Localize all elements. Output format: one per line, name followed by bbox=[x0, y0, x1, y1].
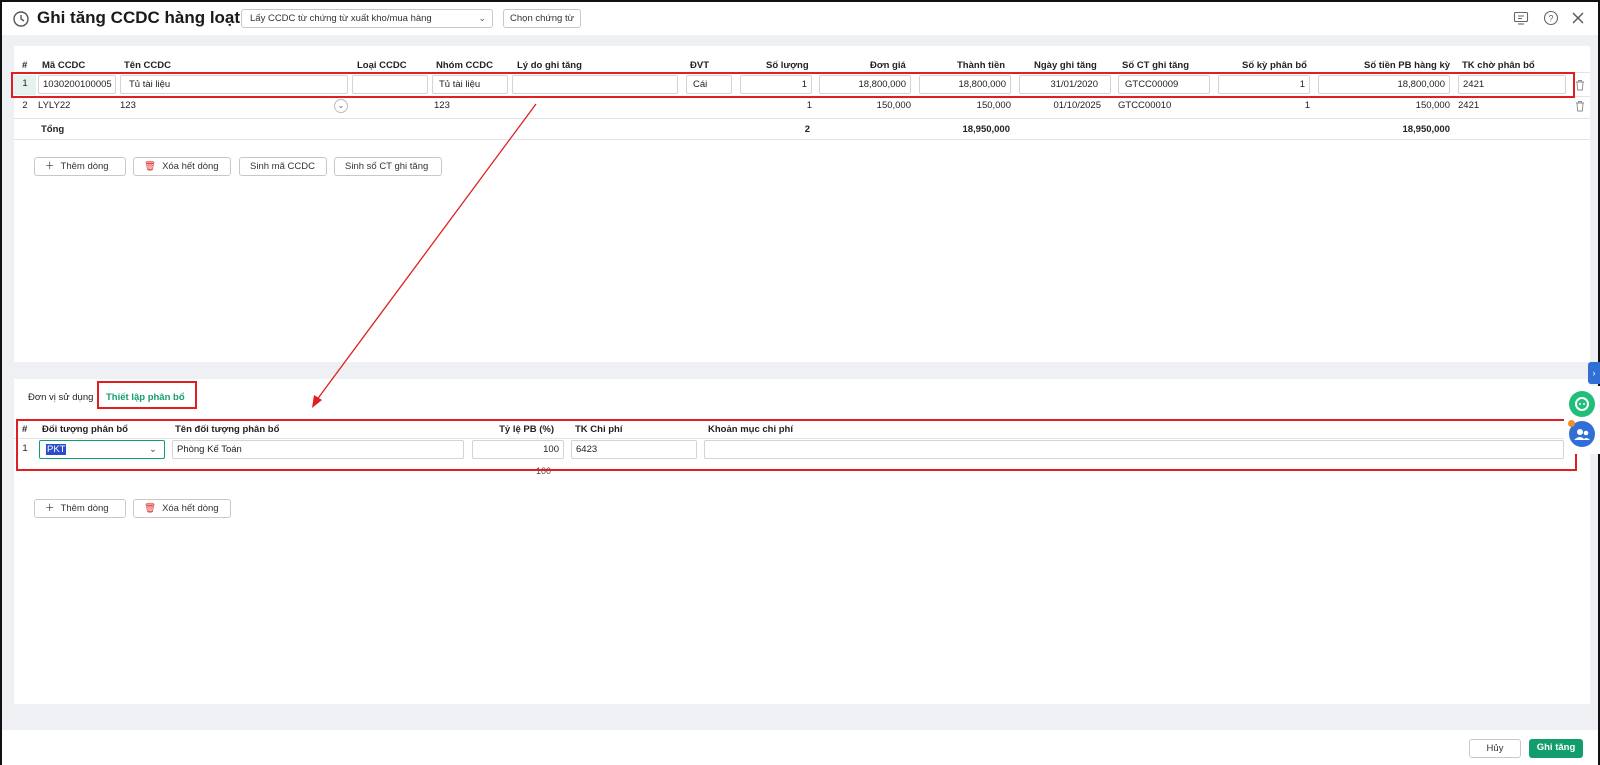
doc-number-cell[interactable]: GTCC00010 bbox=[1114, 97, 1210, 116]
history-icon[interactable] bbox=[12, 10, 30, 28]
highlight-box-tab bbox=[97, 381, 197, 409]
chat-icon[interactable] bbox=[1569, 391, 1595, 417]
col-header-unit: ĐVT bbox=[690, 60, 709, 71]
choose-doc-button[interactable]: Chọn chứng từ bbox=[503, 9, 581, 28]
asset-name-cell[interactable]: 123 bbox=[116, 97, 316, 116]
col-header-date: Ngày ghi tăng bbox=[1034, 60, 1097, 71]
svg-text:?: ? bbox=[1548, 14, 1553, 24]
cancel-button[interactable]: Hủy bbox=[1469, 739, 1521, 758]
clear-rows-button[interactable]: 🗑 Xóa hết dòng bbox=[133, 157, 231, 176]
price-cell[interactable]: 150,000 bbox=[819, 97, 915, 116]
dialog-footer: Hủy Ghi tăng bbox=[2, 730, 1598, 765]
chevron-right-icon[interactable]: › bbox=[1588, 362, 1600, 384]
account-cell[interactable]: 2421 bbox=[1454, 97, 1554, 116]
alloc-clear-rows-button[interactable]: 🗑 Xóa hết dòng bbox=[133, 499, 231, 518]
col-header-doc: Số CT ghi tăng bbox=[1122, 60, 1190, 71]
col-header-qty: Số lượng bbox=[766, 60, 809, 71]
col-header-index: # bbox=[22, 60, 28, 71]
total-per-amount: 18,950,000 bbox=[1402, 124, 1450, 135]
trash-icon: 🗑 bbox=[144, 503, 157, 514]
help-icon[interactable]: ? bbox=[1543, 10, 1559, 26]
chevron-down-icon: ⌄ bbox=[478, 13, 486, 23]
highlight-box-row bbox=[11, 72, 1575, 98]
asset-code-cell[interactable]: LYLY22 bbox=[34, 97, 114, 116]
total-divider bbox=[14, 139, 1590, 140]
amount-cell[interactable]: 150,000 bbox=[919, 97, 1015, 116]
date-cell[interactable]: 01/10/2025 bbox=[1019, 97, 1115, 116]
col-header-periods: Số kỳ phân bổ bbox=[1242, 60, 1307, 71]
source-select-value: Lấy CCDC từ chứng từ xuất kho/mua hàng bbox=[250, 13, 432, 24]
total-amount: 18,950,000 bbox=[962, 124, 1010, 135]
col-header-code: Mã CCDC bbox=[42, 60, 86, 71]
dialog-title: Ghi tăng CCDC hàng loạt bbox=[37, 8, 241, 27]
tab-units[interactable]: Đơn vị sử dụng bbox=[28, 392, 93, 403]
alloc-clear-rows-label: Xóa hết dòng bbox=[162, 503, 219, 514]
add-row-button[interactable]: ＋ Thêm dòng bbox=[34, 157, 126, 176]
col-header-type: Loại CCDC bbox=[357, 60, 407, 71]
col-header-per-amount: Số tiền PB hàng kỳ bbox=[1364, 60, 1451, 71]
source-select[interactable]: Lấy CCDC từ chứng từ xuất kho/mua hàng ⌄ bbox=[241, 9, 493, 28]
row-index: 2 bbox=[22, 100, 28, 111]
quantity-cell[interactable]: 1 bbox=[740, 97, 816, 116]
col-header-group: Nhóm CCDC bbox=[436, 60, 493, 71]
per-amount-cell[interactable]: 150,000 bbox=[1318, 97, 1454, 116]
col-header-name: Tên CCDC bbox=[124, 60, 171, 71]
total-label: Tổng bbox=[41, 124, 65, 135]
periods-cell[interactable]: 1 bbox=[1218, 97, 1314, 116]
add-row-label: Thêm dòng bbox=[60, 161, 109, 172]
highlight-box-allocation bbox=[16, 419, 1577, 471]
col-header-amount: Thành tiền bbox=[957, 60, 1006, 71]
annotation-arrow bbox=[312, 103, 537, 408]
dialog-window: Ghi tăng CCDC hàng loạt Lấy CCDC từ chứn… bbox=[0, 0, 1600, 765]
notification-dot bbox=[1568, 420, 1575, 427]
trash-icon[interactable] bbox=[1575, 100, 1585, 112]
close-icon[interactable] bbox=[1570, 10, 1586, 26]
row-divider bbox=[14, 118, 1590, 119]
total-quantity: 2 bbox=[804, 124, 810, 135]
trash-icon: 🗑 bbox=[144, 161, 157, 172]
trash-icon[interactable] bbox=[1575, 79, 1585, 91]
col-header-reason: Lý do ghi tăng bbox=[517, 60, 582, 71]
alloc-add-row-label: Thêm dòng bbox=[60, 503, 109, 514]
col-header-account: TK chờ phân bổ bbox=[1462, 60, 1535, 71]
save-button[interactable]: Ghi tăng bbox=[1529, 739, 1583, 758]
clear-rows-label: Xóa hết dòng bbox=[162, 161, 219, 172]
plus-icon: ＋ bbox=[45, 503, 55, 514]
plus-icon: ＋ bbox=[45, 161, 55, 172]
dialog-header: Ghi tăng CCDC hàng loạt Lấy CCDC từ chứn… bbox=[2, 2, 1598, 35]
feedback-icon[interactable] bbox=[1513, 10, 1529, 26]
alloc-add-row-button[interactable]: ＋ Thêm dòng bbox=[34, 499, 126, 518]
col-header-price: Đơn giá bbox=[870, 60, 906, 71]
